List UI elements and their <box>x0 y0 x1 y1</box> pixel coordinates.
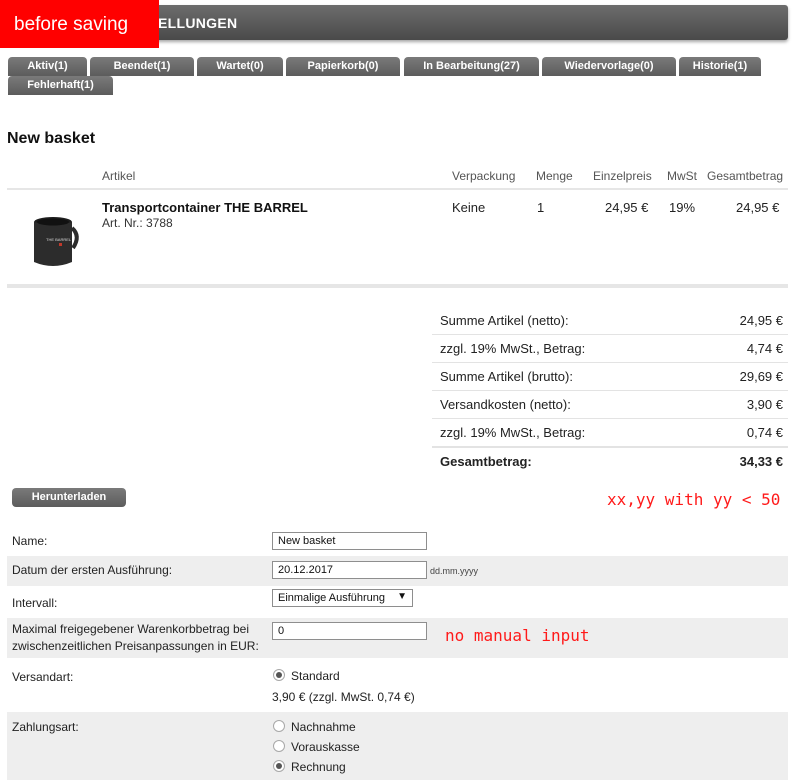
tab-wartet[interactable]: Wartet(0) <box>197 57 283 76</box>
payment-option-nachnahme: Nachnahme <box>291 720 356 734</box>
product-name[interactable]: Transportcontainer THE BARREL <box>102 200 308 215</box>
chevron-down-icon: ▼ <box>397 591 407 602</box>
max-amount-input[interactable]: 0 <box>272 622 427 640</box>
product-image: THE BARREL <box>34 217 79 266</box>
summary-total-value: 34,33 € <box>739 454 783 469</box>
summary-value: 4,74 € <box>746 341 783 356</box>
tab-wiedervorlage[interactable]: Wiedervorlage(0) <box>542 57 676 76</box>
tab-aktiv[interactable]: Aktiv(1) <box>8 57 87 76</box>
annotation-note-no-input: no manual input <box>445 626 590 645</box>
column-header-menge: Menge <box>536 169 573 183</box>
summary-value: 3,90 € <box>746 397 783 412</box>
page-title: New basket <box>7 130 96 147</box>
shipping-radio-standard[interactable] <box>273 669 285 681</box>
product-article-number: Art. Nr.: 3788 <box>102 216 173 230</box>
table-row: THE BARREL Transportcontainer THE BARREL… <box>7 188 788 288</box>
cell-menge: 1 <box>537 200 545 215</box>
interval-label: Intervall: <box>12 596 58 610</box>
column-header-mwst: MwSt <box>667 169 697 183</box>
name-label: Name: <box>12 534 48 548</box>
tab-fehlerhaft[interactable]: Fehlerhaft(1) <box>8 76 113 95</box>
summary-value: 29,69 € <box>739 369 783 384</box>
max-amount-label-line2: zwischenzeitlichen Preisanpassungen in E… <box>12 639 259 653</box>
column-header-artikel: Artikel <box>102 169 136 183</box>
payment-radio-vorauskasse[interactable] <box>273 740 285 752</box>
annotation-note-format: xx,yy with yy < 50 <box>607 490 781 509</box>
shipping-price: 3,90 € (zzgl. MwSt. 0,74 €) <box>272 690 415 704</box>
product-image-text: THE BARREL <box>46 237 72 242</box>
summary-total-row: Gesamtbetrag: 34,33 € <box>432 446 788 474</box>
summary-label: Summe Artikel (brutto): <box>440 369 573 384</box>
cell-gesamtbetrag: 24,95 € <box>736 200 780 215</box>
summary-row: Summe Artikel (brutto): 29,69 € <box>432 363 788 391</box>
interval-select[interactable]: Einmalige Ausführung ▼ <box>272 589 413 607</box>
date-label: Datum der ersten Ausführung: <box>12 563 173 577</box>
shipping-label: Versandart: <box>12 670 74 684</box>
column-header-einzelpreis: Einzelpreis <box>593 169 652 183</box>
column-header-verpackung: Verpackung <box>452 169 516 183</box>
tab-beendet[interactable]: Beendet(1) <box>90 57 194 76</box>
form-row-interval: Intervall: Einmalige Ausführung ▼ <box>7 587 788 617</box>
cell-einzelpreis: 24,95 € <box>605 200 649 215</box>
tab-historie[interactable]: Historie(1) <box>679 57 761 76</box>
summary-label: Versandkosten (netto): <box>440 397 571 412</box>
form-row-payment: Zahlungsart: Nachnahme Vorauskasse Rechn… <box>7 712 788 780</box>
summary-label: zzgl. 19% MwSt., Betrag: <box>440 341 586 356</box>
payment-radio-rechnung[interactable] <box>273 760 285 772</box>
summary-label: Summe Artikel (netto): <box>440 313 569 328</box>
tab-in-bearbeitung[interactable]: In Bearbeitung(27) <box>404 57 539 76</box>
summary-row: zzgl. 19% MwSt., Betrag: 0,74 € <box>432 419 788 447</box>
summary-value: 0,74 € <box>746 425 783 440</box>
name-input[interactable]: New basket <box>272 532 427 550</box>
summary-row: Versandkosten (netto): 3,90 € <box>432 391 788 419</box>
form-row-max-amount: Maximal freigegebener Warenkorbbetrag be… <box>7 618 788 658</box>
payment-option-vorauskasse: Vorauskasse <box>291 740 360 754</box>
cell-mwst: 19% <box>669 200 696 215</box>
form-row-shipping: Versandart: Standard 3,90 € (zzgl. MwSt.… <box>7 659 788 711</box>
summary-row: zzgl. 19% MwSt., Betrag: 4,74 € <box>432 335 788 363</box>
summary-total-label: Gesamtbetrag: <box>440 454 532 469</box>
max-amount-label-line1: Maximal freigegebener Warenkorbbetrag be… <box>12 622 250 636</box>
date-format-hint: dd.mm.yyyy <box>430 566 479 576</box>
payment-label: Zahlungsart: <box>12 720 79 734</box>
before-saving-label: before saving <box>0 0 159 48</box>
interval-select-value: Einmalige Ausführung <box>278 592 386 604</box>
date-input[interactable]: 20.12.2017 <box>272 561 427 579</box>
cell-verpackung: Keine <box>452 200 486 215</box>
summary-label: zzgl. 19% MwSt., Betrag: <box>440 425 586 440</box>
form-row-name: Name: New basket <box>7 528 788 555</box>
payment-radio-nachnahme[interactable] <box>273 720 285 732</box>
summary-value: 24,95 € <box>739 313 783 328</box>
download-button[interactable]: Herunterladen <box>12 488 126 507</box>
shipping-option-standard: Standard <box>291 669 340 683</box>
payment-option-rechnung: Rechnung <box>291 760 346 774</box>
summary-row: Summe Artikel (netto): 24,95 € <box>432 307 788 335</box>
form-row-date: Datum der ersten Ausführung: 20.12.2017 … <box>7 556 788 586</box>
tab-papierkorb[interactable]: Papierkorb(0) <box>286 57 400 76</box>
column-header-gesamtbetrag: Gesamtbetrag <box>707 169 784 183</box>
